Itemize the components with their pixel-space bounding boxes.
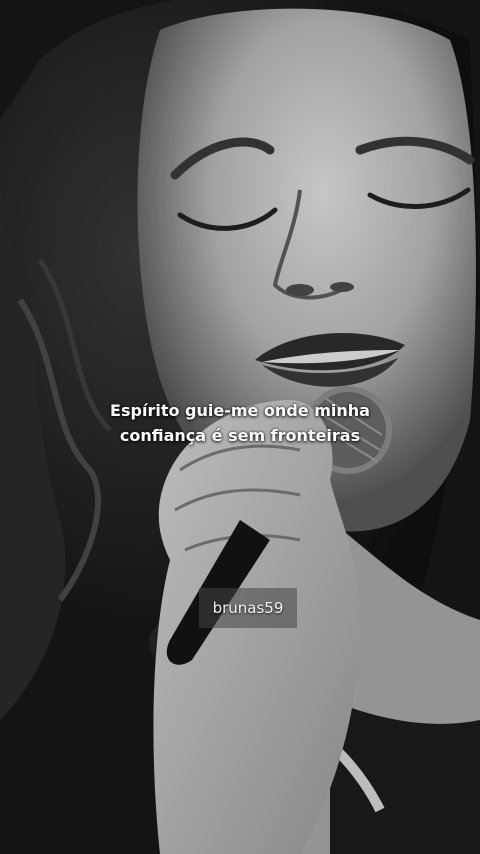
username-label: brunas59 bbox=[212, 599, 284, 617]
lyrics-line-1: Espírito guie-me onde minha bbox=[110, 401, 370, 420]
video-frame: Espírito guie-me onde minha confiança é … bbox=[0, 0, 480, 854]
lyrics-caption: Espírito guie-me onde minha confiança é … bbox=[0, 398, 480, 448]
username-watermark: brunas59 bbox=[199, 588, 297, 628]
lyrics-line-2: confiança é sem fronteiras bbox=[119, 426, 361, 445]
